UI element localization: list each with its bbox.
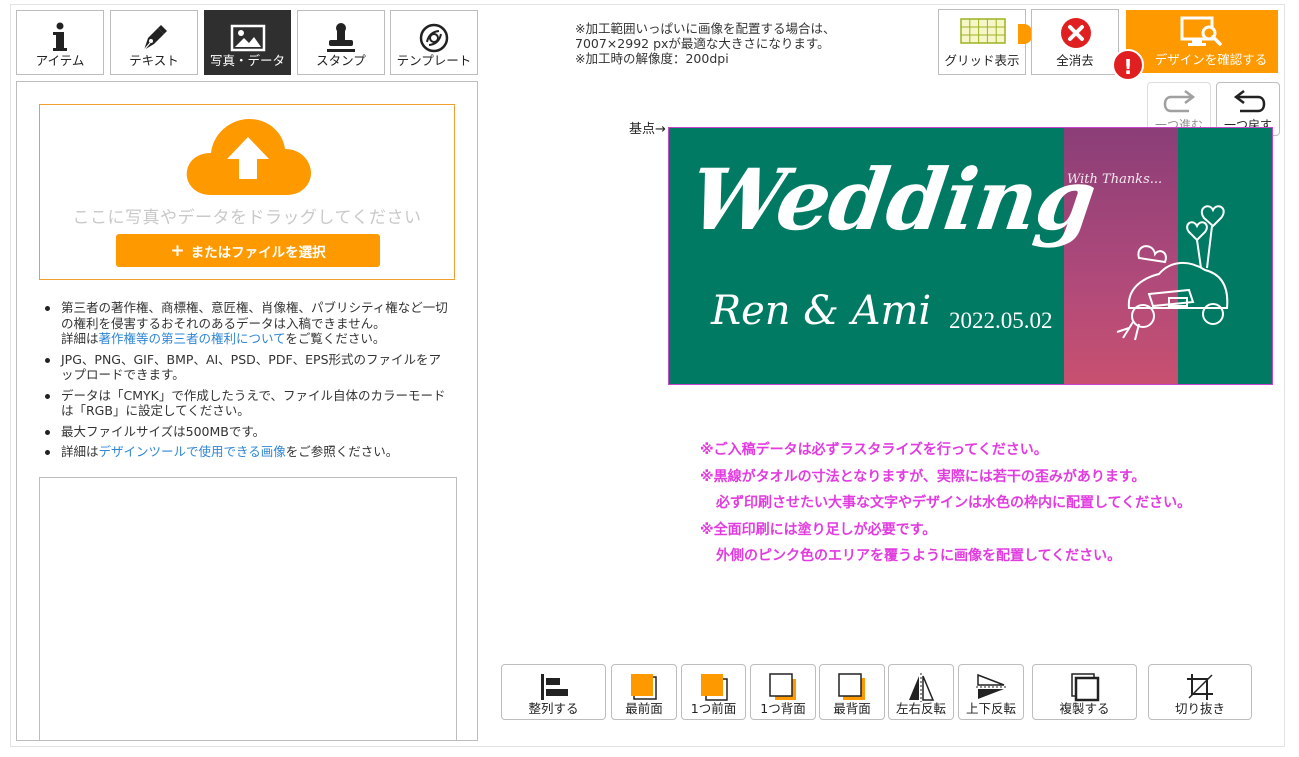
- bring-to-front-button[interactable]: 最前面: [611, 664, 677, 720]
- grid-icon: [960, 18, 1006, 44]
- list-item: 第三者の著作権、商標権、意匠権、肖像権、パブリシティ権など一切の権利を侵害するお…: [43, 300, 453, 347]
- warning-line: ※ご入稿データは必ずラスタライズを行ってください。: [700, 442, 1048, 458]
- flip-h-label: 左右反転: [895, 701, 946, 716]
- design-canvas[interactable]: With Thanks... Wedding Ren & Ami 2022.05…: [668, 127, 1273, 385]
- tab-label: テキスト: [129, 53, 179, 68]
- rights-link[interactable]: 著作権等の第三者の権利について: [99, 331, 286, 346]
- clear-all-button[interactable]: 全消去: [1031, 9, 1119, 75]
- undo-icon: [1233, 90, 1266, 113]
- grid-toggle-button[interactable]: グリッド表示: [938, 9, 1026, 75]
- redo-icon: [1163, 90, 1196, 113]
- list-item: JPG、PNG、GIF、BMP、AI、PSD、PDF、EPS形式のファイルをアッ…: [43, 352, 453, 383]
- tab-label: 写真・データ: [209, 53, 285, 68]
- back-most-label: 最背面: [833, 701, 871, 716]
- backward-label: 1つ背面: [760, 701, 806, 716]
- cloud-upload-icon: [186, 119, 311, 195]
- clear-label: 全消去: [1056, 53, 1094, 68]
- duplicate-label: 複製する: [1059, 701, 1110, 716]
- tab-label: アイテム: [35, 53, 85, 68]
- align-label: 整列する: [528, 701, 579, 716]
- send-backward-button[interactable]: 1つ背面: [750, 664, 816, 720]
- flip-v-label: 上下反転: [965, 701, 1016, 716]
- tab-text[interactable]: テキスト: [110, 10, 198, 75]
- list-item: 最大ファイルサイズは500MBです。: [43, 424, 453, 440]
- note-formats: JPG、PNG、GIF、BMP、AI、PSD、PDF、EPS形式のファイルをアッ…: [61, 351, 442, 383]
- tab-photo-data[interactable]: 写真・データ: [204, 10, 291, 75]
- wedding-title[interactable]: Wedding: [684, 150, 1101, 249]
- size-info: ※加工範囲いっぱいに画像を配置する場合は、 7007×2992 pxが最適な大き…: [575, 21, 835, 66]
- bring-forward-button[interactable]: 1つ前面: [681, 664, 746, 720]
- warning-line: 外側のピンク色のエリアを覆うように画像を配置してください。: [716, 548, 1122, 564]
- file-dropzone[interactable]: ここに写真やデータをドラッグしてください + またはファイルを選択: [39, 104, 455, 280]
- upload-notes: 第三者の著作権、商標権、意匠権、肖像権、パブリシティ権など一切の権利を侵害するお…: [43, 300, 453, 465]
- drop-instruction: ここに写真やデータをドラッグしてください: [72, 208, 422, 228]
- info-line: ※加工時の解像度：200dpi: [575, 51, 729, 66]
- wedding-date[interactable]: 2022.05.02: [949, 308, 1053, 334]
- tab-item[interactable]: アイテム: [16, 10, 104, 75]
- note-suffix: をご覧ください。: [285, 331, 386, 346]
- tab-template[interactable]: テンプレート: [390, 10, 478, 75]
- usable-images-link[interactable]: デザインツールで使用できる画像: [99, 444, 286, 459]
- monitor-search-icon: [1180, 16, 1222, 46]
- note-prefix: 詳細は: [61, 331, 99, 346]
- select-file-label: またはファイルを選択: [190, 244, 326, 261]
- tab-label: テンプレート: [396, 53, 472, 68]
- note-suffix: をご参照ください。: [285, 444, 399, 459]
- warning-line: 必ず印刷させたい大事な文字やデザインは水色の枠内に配置してください。: [716, 495, 1192, 511]
- flip-vertical-button[interactable]: 上下反転: [958, 664, 1024, 720]
- alert-icon: !: [1112, 49, 1144, 81]
- note-prefix: 詳細は: [61, 444, 99, 459]
- front-most-label: 最前面: [625, 701, 663, 716]
- list-item: 詳細はデザインツールで使用できる画像をご参照ください。: [43, 444, 453, 460]
- note-rights: 第三者の著作権、商標権、意匠権、肖像権、パブリシティ権など一切の権利を侵害するお…: [61, 300, 448, 331]
- uploaded-images-list[interactable]: [39, 477, 457, 741]
- origin-label: 基点→: [629, 122, 666, 137]
- forward-label: 1つ前面: [690, 701, 737, 716]
- couple-names[interactable]: Ren & Ami: [711, 288, 931, 334]
- list-item: データは「CMYK」で作成したうえで、ファイル自体のカラーモードは「RGB」に設…: [43, 388, 453, 419]
- confirm-label: デザインを確認する: [1154, 52, 1268, 67]
- note-colormode: データは「CMYK」で作成したうえで、ファイル自体のカラーモードは「RGB」に設…: [61, 387, 446, 419]
- hidden-tab-edge: [1018, 24, 1032, 44]
- send-to-back-button[interactable]: 最背面: [819, 664, 885, 720]
- crop-button[interactable]: 切り抜き: [1148, 664, 1252, 720]
- info-line: ※加工範囲いっぱいに画像を配置する場合は、: [575, 21, 836, 36]
- confirm-design-button[interactable]: デザインを確認する: [1126, 10, 1278, 73]
- tab-label: スタンプ: [316, 53, 366, 68]
- plus-icon: +: [170, 240, 185, 261]
- align-button[interactable]: 整列する: [501, 664, 606, 720]
- tab-stamp[interactable]: スタンプ: [297, 10, 385, 75]
- flip-horizontal-button[interactable]: 左右反転: [888, 664, 954, 720]
- warning-line: ※黒線がタオルの寸法となりますが、実際には若干の歪みがあります。: [700, 468, 1146, 485]
- note-filesize: 最大ファイルサイズは500MBです。: [61, 423, 266, 439]
- select-file-button[interactable]: + またはファイルを選択: [116, 234, 380, 267]
- info-line: 7007×2992 pxが最適な大きさになります。: [575, 36, 830, 51]
- close-circle-icon: [1061, 18, 1091, 48]
- wedding-car-illustration[interactable]: [1109, 198, 1239, 348]
- upload-panel: ここに写真やデータをドラッグしてください + またはファイルを選択 第三者の著作…: [16, 81, 478, 741]
- warning-notes: ※ご入稿データは必ずラスタライズを行ってください。 ※黒線がタオルの寸法となりま…: [700, 437, 1191, 570]
- grid-label: グリッド表示: [944, 53, 1020, 68]
- crop-label: 切り抜き: [1174, 701, 1225, 716]
- duplicate-button[interactable]: 複製する: [1032, 664, 1137, 720]
- warning-line: ※全面印刷には塗り足しが必要です。: [700, 521, 937, 538]
